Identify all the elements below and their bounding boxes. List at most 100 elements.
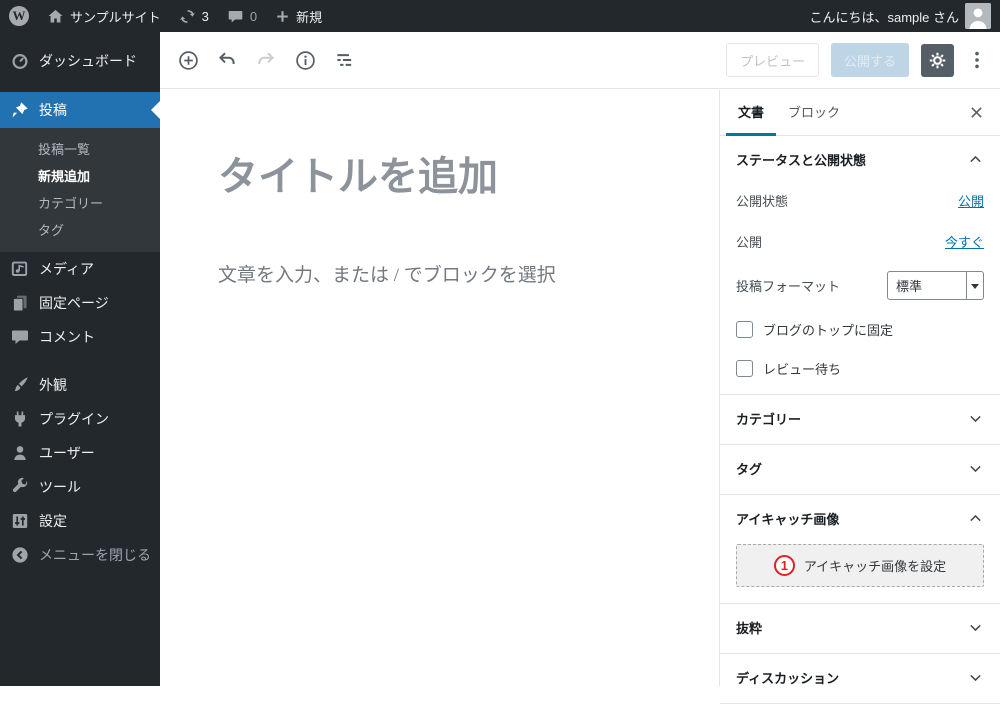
wordpress-logo-icon: W <box>9 6 29 26</box>
site-name: サンプルサイト <box>70 9 161 25</box>
dashboard-icon <box>12 53 28 70</box>
post-content-input[interactable]: 文章を入力、または / でブロックを選択 <box>218 260 661 287</box>
chevron-up-icon <box>970 155 981 163</box>
menu-pages[interactable]: 固定ページ <box>0 286 160 320</box>
chevron-down-icon <box>970 415 981 423</box>
circle-plus-icon <box>178 50 198 70</box>
panel-status-visibility: ステータスと公開状態 公開状態 公開 公開 今すぐ 投稿フォーマット 標準 ブロ… <box>720 136 1000 395</box>
wrench-icon <box>12 477 28 493</box>
collapse-icon <box>12 547 28 563</box>
update-icon <box>179 9 195 23</box>
chevron-down-icon <box>970 624 981 632</box>
panel-featured-image: アイキャッチ画像 1 アイキャッチ画像を設定 <box>720 495 1000 604</box>
post-title-input[interactable]: タイトルを追加 <box>218 144 661 202</box>
posts-submenu: 投稿一覧 新規追加 カテゴリー タグ <box>0 128 160 252</box>
set-featured-image-button[interactable]: 1 アイキャッチ画像を設定 <box>736 544 984 587</box>
home-icon <box>48 9 63 22</box>
menu-comments[interactable]: コメント <box>0 320 160 354</box>
panel-status-header[interactable]: ステータスと公開状態 <box>736 150 984 169</box>
panel-categories: カテゴリー <box>720 395 1000 445</box>
menu-dashboard[interactable]: ダッシュボード <box>0 44 160 78</box>
close-icon <box>970 107 982 118</box>
submenu-all-posts[interactable]: 投稿一覧 <box>0 135 160 162</box>
updates-link[interactable]: 3 <box>170 0 218 32</box>
account-menu[interactable]: こんにちは、sample さん <box>800 0 1000 32</box>
panel-discussion-header[interactable]: ディスカッション <box>736 668 984 687</box>
settings-toggle-button[interactable] <box>921 43 954 77</box>
pages-icon <box>12 295 27 312</box>
sticky-checkbox[interactable] <box>736 321 753 338</box>
brush-icon <box>14 377 28 392</box>
submenu-tags[interactable]: タグ <box>0 216 160 243</box>
post-format-select[interactable]: 標準 <box>887 271 984 300</box>
undo-button[interactable] <box>213 46 241 74</box>
select-arrow-icon <box>966 272 983 299</box>
content-structure-button[interactable] <box>291 46 319 74</box>
block-navigation-button[interactable] <box>330 46 358 74</box>
redo-button[interactable] <box>252 46 280 74</box>
menu-plugins[interactable]: プラグイン <box>0 402 160 436</box>
new-label: 新規 <box>296 9 323 25</box>
sliders-icon <box>12 514 28 528</box>
tab-document[interactable]: 文書 <box>726 90 777 136</box>
plugin-icon <box>14 411 26 427</box>
chevron-down-icon <box>970 674 981 682</box>
sticky-label: ブログのトップに固定 <box>763 323 894 338</box>
menu-separator <box>0 354 160 368</box>
kebab-menu-icon <box>975 51 979 69</box>
post-format-label: 投稿フォーマット <box>736 279 841 294</box>
publish-button[interactable]: 公開する <box>830 43 909 77</box>
sidebar-tabs: 文書 ブロック <box>720 90 1000 136</box>
user-icon <box>14 446 26 460</box>
panel-featured-image-header[interactable]: アイキャッチ画像 <box>736 509 984 528</box>
comment-icon <box>12 330 28 344</box>
comments-link[interactable]: 0 <box>218 0 266 32</box>
avatar <box>965 3 991 29</box>
visibility-value-link[interactable]: 公開 <box>958 191 984 210</box>
chevron-down-icon <box>970 465 981 473</box>
publish-date-label: 公開 <box>736 235 763 250</box>
preview-button[interactable]: プレビュー <box>725 43 819 77</box>
tab-block[interactable]: ブロック <box>776 90 852 136</box>
menu-posts[interactable]: 投稿 <box>0 92 160 128</box>
settings-sidebar: 文書 ブロック ステータスと公開状態 公開状態 公開 公開 今すぐ 投稿フォーマ… <box>719 90 1000 704</box>
menu-users[interactable]: ユーザー <box>0 436 160 470</box>
admin-bar: W サンプルサイト 3 0 新規 こんにちは、sample さん <box>0 0 1000 32</box>
pending-review-checkbox[interactable] <box>736 360 753 377</box>
undo-icon <box>218 52 235 64</box>
panel-categories-header[interactable]: カテゴリー <box>736 409 984 428</box>
panel-tags: タグ <box>720 445 1000 495</box>
more-options-button[interactable] <box>966 44 988 77</box>
comment-bubble-icon <box>228 10 243 22</box>
visit-site-link[interactable]: サンプルサイト <box>38 0 170 32</box>
pending-review-label: レビュー待ち <box>763 362 842 377</box>
editor-toolbar: プレビュー 公開する <box>160 32 1000 89</box>
annotation-step-badge: 1 <box>773 555 795 576</box>
greeting-text: こんにちは、sample さん <box>809 9 959 25</box>
editor-canvas: タイトルを追加 文章を入力、または / でブロックを選択 <box>160 90 719 686</box>
media-icon <box>11 261 28 276</box>
menu-tools[interactable]: ツール <box>0 470 160 504</box>
menu-separator <box>0 78 160 92</box>
redo-icon <box>258 52 275 64</box>
menu-settings[interactable]: 設定 <box>0 504 160 538</box>
info-icon <box>295 50 315 70</box>
submenu-add-new[interactable]: 新規追加 <box>0 162 160 189</box>
submenu-categories[interactable]: カテゴリー <box>0 189 160 216</box>
new-content-link[interactable]: 新規 <box>266 0 331 32</box>
wordpress-menu-button[interactable]: W <box>0 0 38 32</box>
menu-appearance[interactable]: 外観 <box>0 368 160 402</box>
block-inserter-button[interactable] <box>174 46 202 74</box>
collapse-menu-button[interactable]: メニューを閉じる <box>0 538 160 572</box>
gear-icon <box>929 52 946 68</box>
publish-date-link[interactable]: 今すぐ <box>945 232 984 251</box>
panel-excerpt-header[interactable]: 抜粋 <box>736 618 984 637</box>
menu-media[interactable]: メディア <box>0 252 160 286</box>
visibility-label: 公開状態 <box>736 194 789 209</box>
pin-icon <box>12 102 28 118</box>
comment-count: 0 <box>249 8 258 24</box>
panel-tags-header[interactable]: タグ <box>736 459 984 478</box>
panel-discussion: ディスカッション <box>720 654 1000 704</box>
panel-excerpt: 抜粋 <box>720 604 1000 654</box>
close-sidebar-button[interactable] <box>962 99 990 127</box>
